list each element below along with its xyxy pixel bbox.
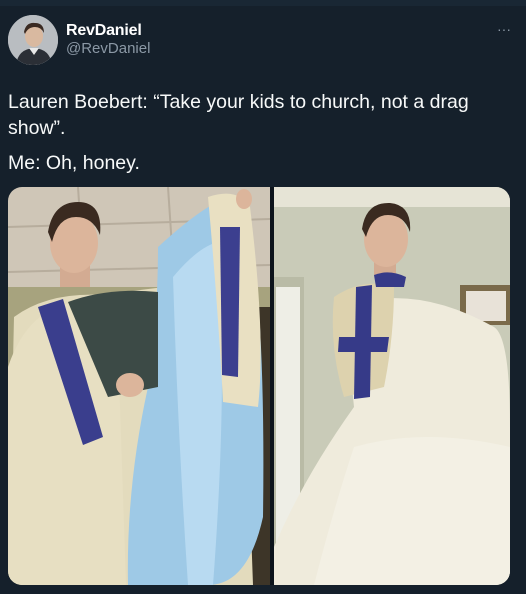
tweet-photo-left[interactable] [8, 187, 270, 585]
more-options-icon[interactable]: ··· [494, 22, 514, 36]
tweet-photo-right[interactable] [274, 187, 510, 585]
author-handle[interactable]: @RevDaniel [66, 40, 150, 57]
tweet-text: Lauren Boebert: “Take your kids to churc… [8, 89, 513, 176]
tweet-text-line: Me: Oh, honey. [8, 152, 140, 174]
tweet-media-grid [8, 187, 510, 585]
author-display-name[interactable]: RevDaniel [66, 22, 142, 40]
tweet-text-line: Lauren Boebert: “Take your kids to churc… [8, 91, 469, 139]
tweet-card: RevDaniel @RevDaniel ··· Lauren Boebert:… [0, 0, 526, 594]
top-divider [0, 0, 526, 6]
author-avatar[interactable] [8, 15, 58, 65]
